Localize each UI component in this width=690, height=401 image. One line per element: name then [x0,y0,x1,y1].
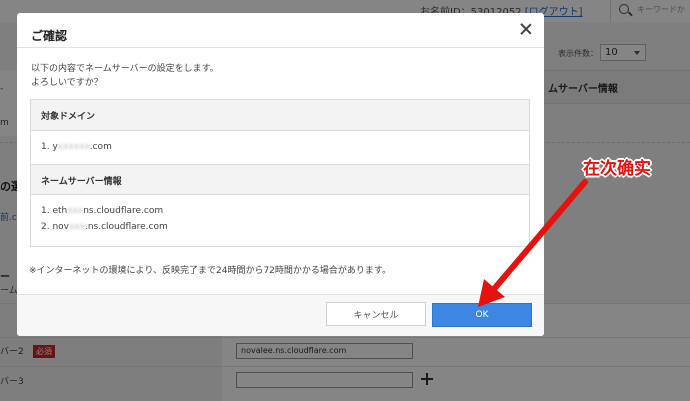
annotation-arrow-icon [478,179,588,307]
